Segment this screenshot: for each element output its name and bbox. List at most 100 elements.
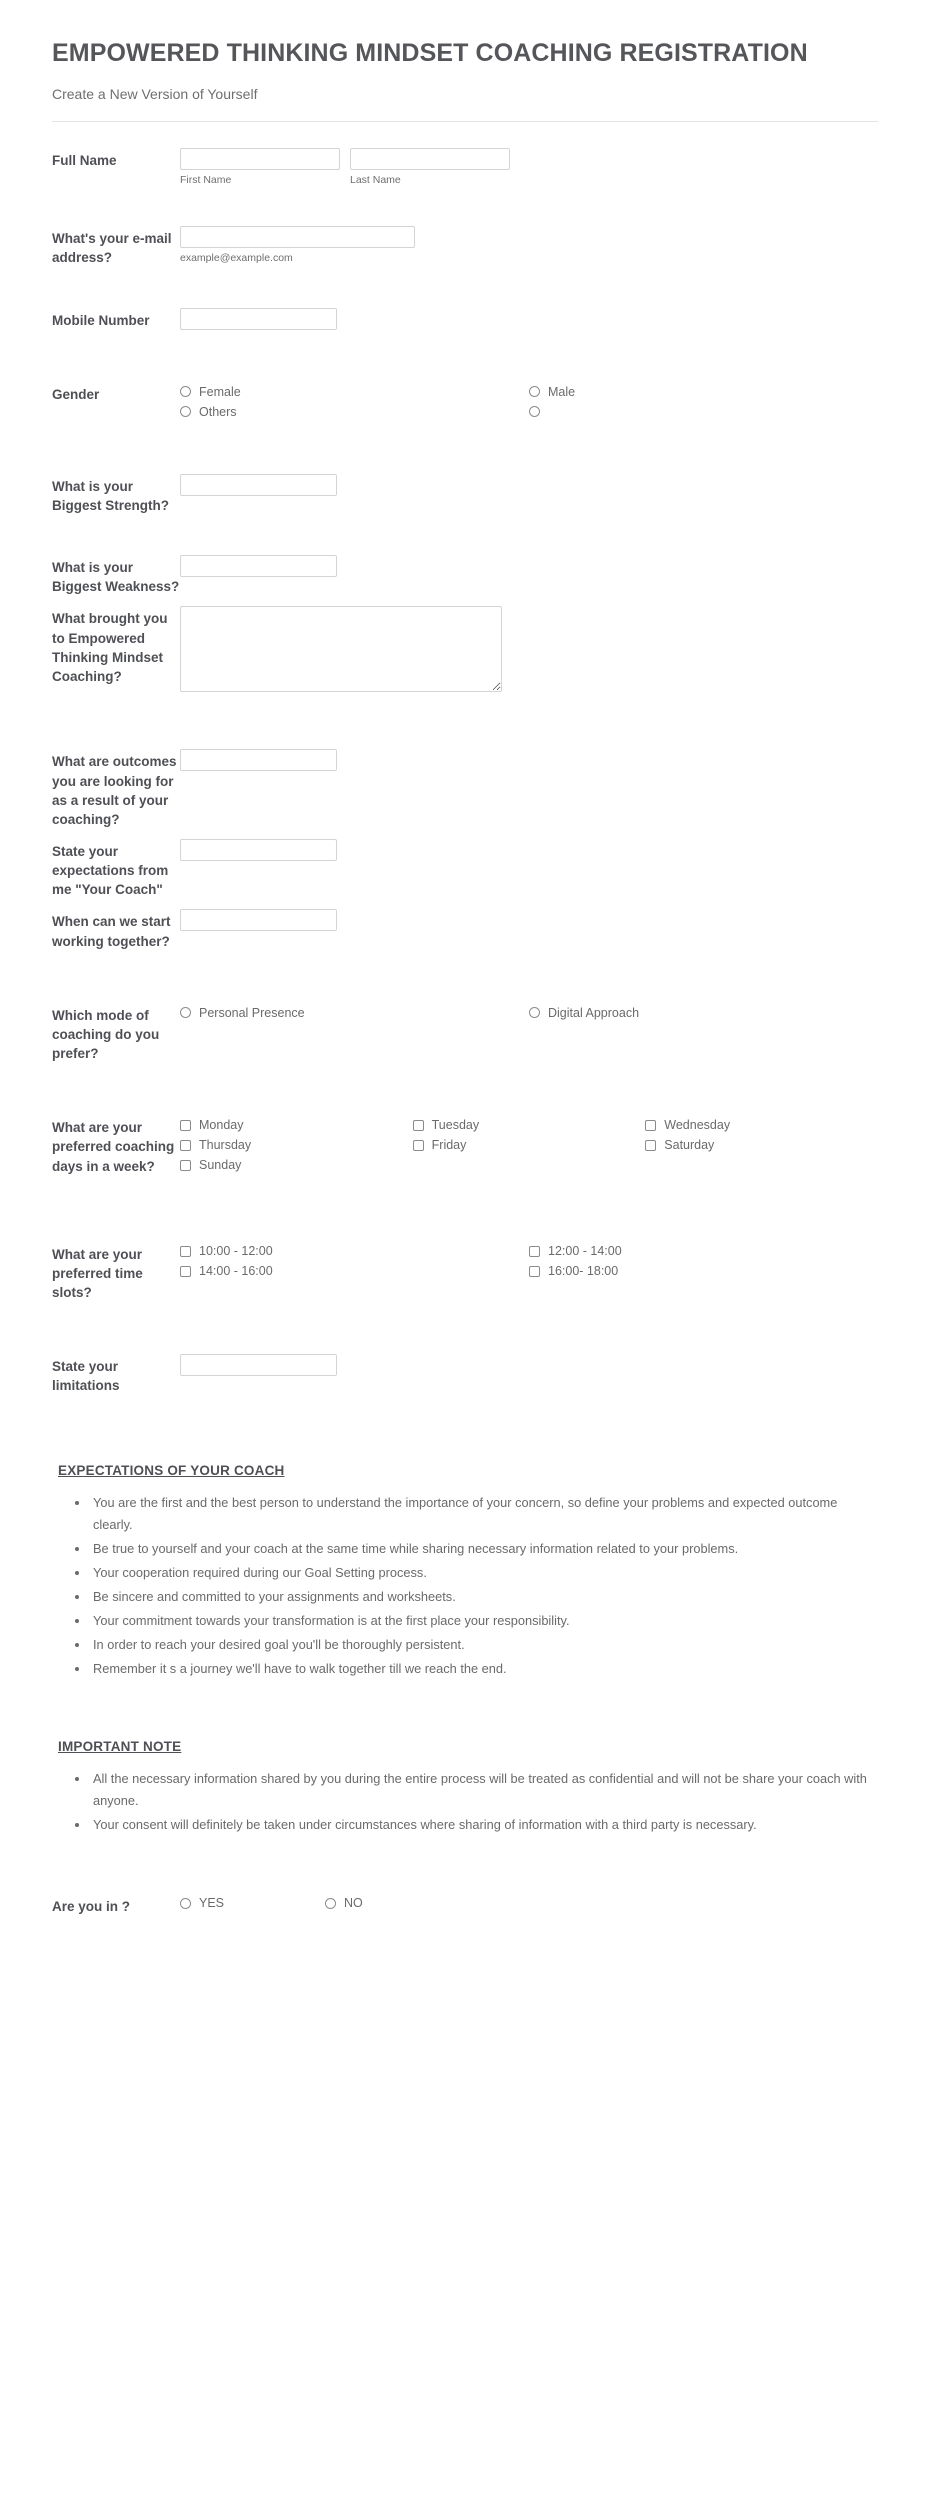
checkbox-unchecked-icon[interactable] (412, 1119, 424, 1131)
important-note-heading: IMPORTANT NOTE (58, 1738, 182, 1754)
list-item: Remember it s a journey we'll have to wa… (90, 1658, 878, 1680)
biggest-weakness-input[interactable] (180, 555, 337, 578)
checkbox-unchecked-icon[interactable] (645, 1119, 657, 1131)
time-slot-option-4[interactable]: 16:00- 18:00 (529, 1262, 878, 1282)
control-preferred-time-slots: 10:00 - 12:00 12:00 - 14:00 14:00 - 16:0… (180, 1242, 878, 1282)
checkbox-unchecked-icon[interactable] (180, 1246, 191, 1258)
expectations-heading: EXPECTATIONS OF YOUR COACH (58, 1462, 285, 1478)
preferred-day-label: Wednesday (664, 1118, 731, 1132)
field-coaching-mode: Which mode of coaching do you prefer? Pe… (52, 1003, 878, 1063)
coaching-mode-option-personal-presence[interactable]: Personal Presence (180, 1003, 529, 1023)
checkbox-unchecked-icon[interactable] (180, 1119, 191, 1131)
control-outcomes (180, 749, 878, 772)
time-slot-option-1[interactable]: 10:00 - 12:00 (180, 1242, 529, 1262)
radio-unchecked-icon[interactable] (529, 386, 540, 398)
radio-unchecked-icon[interactable] (180, 1898, 191, 1909)
checkbox-unchecked-icon[interactable] (529, 1246, 540, 1258)
checkbox-unchecked-icon[interactable] (412, 1139, 424, 1151)
control-limitations (180, 1354, 878, 1377)
checkbox-unchecked-icon[interactable] (529, 1266, 540, 1278)
control-gender: Female Male Others (180, 382, 878, 422)
what-brought-you-textarea[interactable] (180, 606, 502, 693)
preferred-day-option-wednesday[interactable]: Wednesday (645, 1115, 878, 1135)
control-email: example@example.com (180, 226, 878, 265)
list-item: Your consent will definitely be taken un… (90, 1814, 878, 1836)
gender-option-male[interactable]: Male (529, 382, 878, 402)
start-when-input[interactable] (180, 909, 337, 932)
limitations-input[interactable] (180, 1354, 337, 1377)
preferred-day-label: Tuesday (431, 1118, 480, 1132)
list-item: All the necessary information shared by … (90, 1768, 878, 1812)
field-preferred-time-slots: What are your preferred time slots? 10:0… (52, 1242, 878, 1302)
preferred-day-option-saturday[interactable]: Saturday (645, 1135, 878, 1155)
control-full-name: First Name Last Name (180, 147, 878, 187)
label-what-brought-you: What brought you to Empowered Thinking M… (52, 611, 168, 684)
control-what-brought-you (180, 606, 878, 697)
radio-unchecked-icon[interactable] (529, 1007, 540, 1019)
preferred-day-option-thursday[interactable]: Thursday (180, 1135, 413, 1155)
label-preferred-time-slots: What are your preferred time slots? (52, 1246, 143, 1301)
email-input[interactable] (180, 226, 415, 249)
important-note-list: All the necessary information shared by … (52, 1768, 878, 1836)
time-slot-option-3[interactable]: 14:00 - 16:00 (180, 1262, 529, 1282)
preferred-day-option-sunday[interactable]: Sunday (180, 1155, 413, 1175)
radio-unchecked-icon[interactable] (529, 406, 540, 418)
time-slot-label: 12:00 - 14:00 (548, 1244, 622, 1259)
last-name-input[interactable] (350, 147, 510, 170)
field-email: What's your e-mail address? example@exam… (52, 226, 878, 267)
expectations-of-your-coach-section: EXPECTATIONS OF YOUR COACH You are the f… (52, 1462, 878, 1680)
field-mobile-number: Mobile Number (52, 307, 878, 330)
gender-option-female[interactable]: Female (180, 382, 529, 402)
checkbox-unchecked-icon[interactable] (180, 1159, 191, 1171)
are-you-in-option-yes[interactable]: YES (180, 1894, 325, 1914)
preferred-day-label: Monday (199, 1118, 244, 1132)
list-item: Be true to yourself and your coach at th… (90, 1538, 878, 1560)
form-header: EMPOWERED THINKING MINDSET COACHING REGI… (52, 36, 878, 122)
page-title: EMPOWERED THINKING MINDSET COACHING REGI… (52, 39, 808, 67)
outcomes-input[interactable] (180, 749, 337, 772)
gender-option-blank[interactable] (529, 402, 878, 422)
preferred-day-option-friday[interactable]: Friday (412, 1135, 646, 1155)
field-what-brought-you: What brought you to Empowered Thinking M… (52, 606, 878, 697)
time-slot-label: 14:00 - 16:00 (199, 1264, 273, 1279)
list-item: Be sincere and committed to your assignm… (90, 1586, 878, 1608)
time-slot-option-2[interactable]: 12:00 - 14:00 (529, 1242, 878, 1262)
label-start-when: When can we start working together? (52, 914, 171, 949)
field-preferred-days: What are your preferred coaching days in… (52, 1115, 878, 1175)
coaching-mode-option-label: Digital Approach (548, 1005, 640, 1020)
checkbox-unchecked-icon[interactable] (180, 1266, 191, 1278)
preferred-day-option-monday[interactable]: Monday (180, 1115, 413, 1135)
label-preferred-days: What are your preferred coaching days in… (52, 1120, 175, 1174)
mobile-number-input[interactable] (180, 307, 337, 330)
radio-unchecked-icon[interactable] (180, 386, 191, 398)
are-you-in-options: YES NO (180, 1894, 878, 1914)
radio-unchecked-icon[interactable] (325, 1898, 336, 1909)
expectations-from-coach-input[interactable] (180, 839, 337, 861)
label-email: What's your e-mail address? (52, 231, 172, 266)
radio-unchecked-icon[interactable] (180, 1007, 191, 1019)
biggest-strength-input[interactable] (180, 473, 337, 496)
preferred-day-label: Sunday (199, 1158, 242, 1172)
are-you-in-label: NO (344, 1896, 363, 1911)
field-full-name: Full Name First Name Last Name (52, 147, 878, 187)
control-expectations-from-coach (180, 839, 878, 861)
first-name-input[interactable] (180, 147, 340, 170)
label-full-name: Full Name (52, 152, 117, 168)
field-outcomes: What are outcomes you are looking for as… (52, 749, 878, 829)
label-are-you-in: Are you in ? (52, 1898, 131, 1914)
preferred-day-label: Friday (431, 1138, 467, 1152)
checkbox-unchecked-icon[interactable] (645, 1139, 657, 1151)
last-name-sublabel: Last Name (350, 173, 401, 186)
coaching-mode-option-digital-approach[interactable]: Digital Approach (529, 1003, 878, 1023)
time-slot-label: 10:00 - 12:00 (199, 1244, 273, 1259)
preferred-time-slot-options: 10:00 - 12:00 12:00 - 14:00 14:00 - 16:0… (180, 1242, 878, 1282)
checkbox-unchecked-icon[interactable] (180, 1139, 191, 1151)
radio-unchecked-icon[interactable] (180, 406, 191, 418)
gender-option-others[interactable]: Others (180, 402, 529, 422)
gender-option-label: Others (199, 404, 237, 419)
label-outcomes: What are outcomes you are looking for as… (52, 754, 177, 827)
time-slot-label: 16:00- 18:00 (548, 1264, 619, 1279)
control-biggest-strength (180, 473, 878, 496)
are-you-in-option-no[interactable]: NO (325, 1894, 363, 1914)
preferred-day-option-tuesday[interactable]: Tuesday (412, 1115, 646, 1135)
